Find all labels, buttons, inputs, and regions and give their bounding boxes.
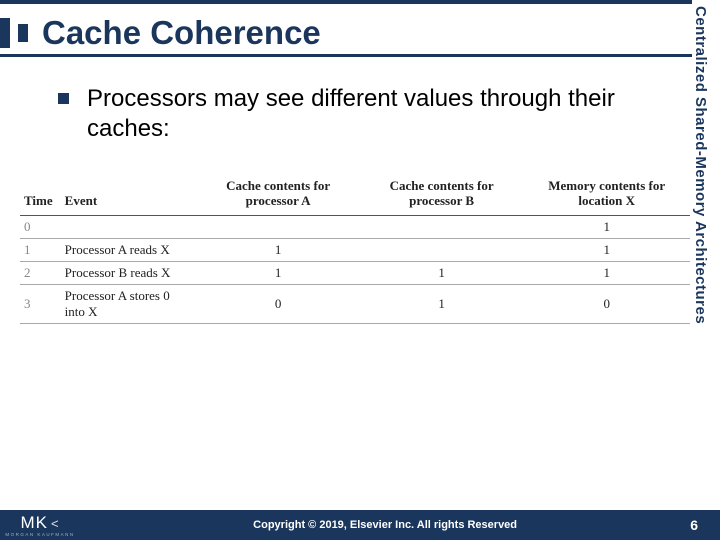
table-row: 2 Processor B reads X 1 1 1: [20, 261, 690, 284]
page-number: 6: [690, 517, 720, 533]
title-row: Cache Coherence: [0, 14, 720, 52]
section-side-label-text: Centralized Shared-Memory Architectures: [692, 6, 709, 324]
slide-title: Cache Coherence: [42, 14, 321, 52]
col-mem-x: Memory contents for location X: [523, 175, 690, 215]
table-row: 1 Processor A reads X 1 1: [20, 238, 690, 261]
top-accent-stripe: [0, 0, 720, 4]
bullet-text: Processors may see different values thro…: [87, 84, 680, 144]
copyright-text: Copyright © 2019, Elsevier Inc. All righ…: [80, 519, 690, 531]
publisher-logo: MK < MORGAN KAUFMANN: [0, 510, 80, 540]
col-proc-a: Cache contents for processor A: [196, 175, 360, 215]
table-header-row: Time Event Cache contents for processor …: [20, 175, 690, 215]
col-proc-b: Cache contents for processor B: [360, 175, 524, 215]
table-row: 3 Processor A stores 0 into X 0 1 0: [20, 284, 690, 323]
title-underline: [0, 54, 720, 57]
table-row: 0 1: [20, 215, 690, 238]
bullet-item: Processors may see different values thro…: [58, 84, 680, 144]
title-tick-small: [18, 24, 28, 42]
section-side-label: Centralized Shared-Memory Architectures: [692, 0, 720, 330]
footer-bar: MK < MORGAN KAUFMANN Copyright © 2019, E…: [0, 510, 720, 540]
col-time: Time: [20, 175, 59, 215]
caret-icon: <: [51, 516, 60, 531]
col-event: Event: [59, 175, 197, 215]
bullet-marker-icon: [58, 93, 69, 104]
coherence-table: Time Event Cache contents for processor …: [20, 175, 690, 324]
title-tick-large: [0, 18, 10, 48]
mk-logo-text: MK: [20, 513, 48, 533]
mk-logo-subtext: MORGAN KAUFMANN: [5, 532, 74, 537]
